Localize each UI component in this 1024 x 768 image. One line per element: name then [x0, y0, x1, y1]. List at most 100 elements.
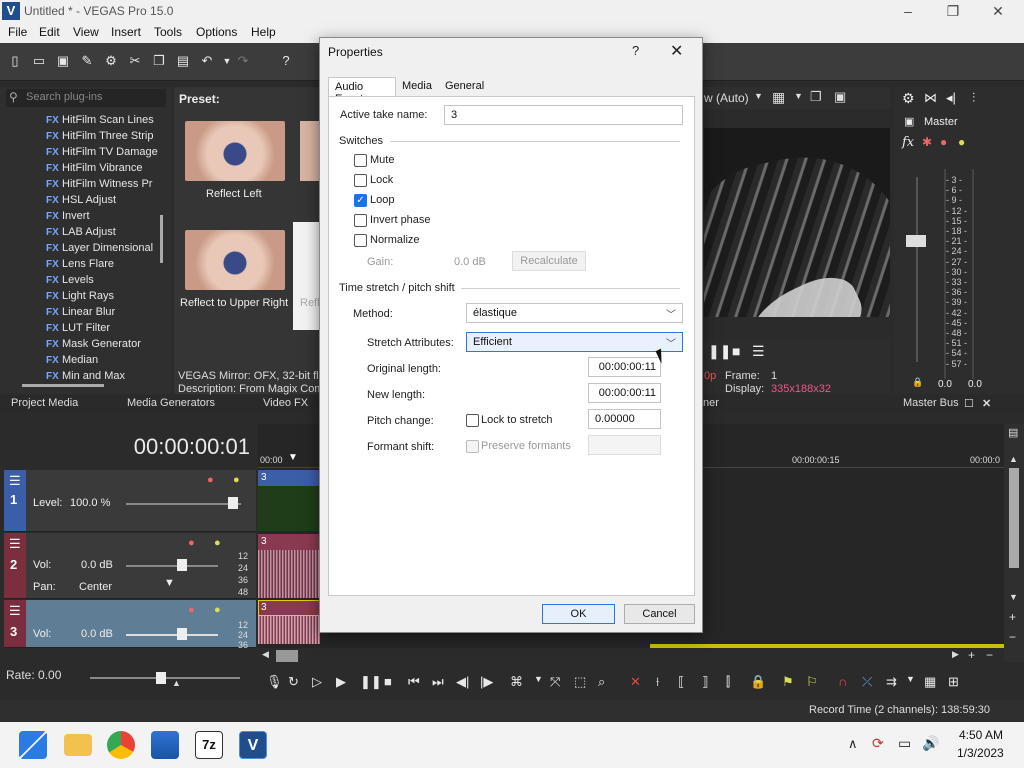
chevron-down-icon[interactable]: ▼	[906, 674, 915, 684]
dim-output-icon[interactable]: ◂|	[946, 90, 956, 106]
formant-shift-input[interactable]	[588, 435, 661, 455]
save-icon[interactable]: ▣	[55, 53, 71, 69]
track-menu-icon[interactable]: ☰	[9, 603, 21, 619]
stop-icon[interactable]: ■	[384, 674, 392, 689]
downmix-icon[interactable]: ⋈	[924, 90, 937, 106]
volume-icon[interactable]: 🔊	[922, 735, 939, 752]
plugin-list-item[interactable]: FX Invert	[46, 210, 90, 222]
automation-icon[interactable]: ✱	[922, 135, 932, 149]
clock-time[interactable]: 4:50 AM	[959, 728, 1003, 742]
zoom-out-icon[interactable]: −	[1009, 630, 1016, 644]
menu-view[interactable]: View	[73, 25, 99, 39]
audio-waveform[interactable]	[258, 550, 320, 598]
maximize-icon[interactable]: ❐	[938, 2, 968, 20]
chevron-down-icon[interactable]: ▼	[794, 91, 803, 101]
track-2-header[interactable]: ☰ 2 Vol: 0.0 dB Pan: Center ▼ ● ● 12 24 …	[4, 533, 256, 599]
copy-icon[interactable]: ❐	[151, 53, 167, 69]
pause-icon[interactable]: ❚❚	[708, 343, 731, 360]
plugin-list-item[interactable]: FX LAB Adjust	[46, 226, 116, 238]
delete-icon[interactable]: ✕	[630, 674, 641, 690]
undo-icon[interactable]: ↶	[199, 53, 215, 69]
scroll-down-icon[interactable]: ▼	[1009, 592, 1018, 602]
tab-media[interactable]: Media	[396, 77, 438, 98]
zoom-tool-icon[interactable]: ⌕	[598, 674, 605, 690]
settings-icon[interactable]: ⚙	[103, 53, 119, 69]
tab-mixer-fragment[interactable]: ner	[703, 397, 719, 409]
save-snapshot-icon[interactable]: ▣	[834, 89, 846, 105]
play-icon[interactable]: ▶	[336, 674, 346, 690]
undo-dropdown-icon[interactable]: ▼	[219, 53, 235, 69]
ignore-grouping-icon[interactable]: ⊞	[948, 674, 959, 690]
mixer-bars-icon[interactable]: ⫶	[972, 90, 975, 106]
solo-icon[interactable]: ●	[214, 537, 221, 549]
tab-media-generators[interactable]: Media Generators	[127, 397, 215, 409]
file-explorer-icon[interactable]	[64, 734, 92, 756]
cut-icon[interactable]: ✂	[127, 53, 143, 69]
plugin-hscrollbar[interactable]	[22, 384, 104, 387]
solo-icon[interactable]: ●	[233, 474, 240, 486]
help-icon[interactable]: ?	[632, 43, 639, 58]
lock-icon[interactable]: 🔒	[750, 674, 766, 690]
pause-icon[interactable]: ❚❚	[360, 674, 382, 690]
audio-waveform[interactable]	[258, 616, 320, 644]
mute-checkbox[interactable]	[354, 154, 367, 167]
menu-file[interactable]: File	[8, 25, 27, 39]
mute-icon[interactable]: ●	[188, 604, 195, 616]
lock-envelopes-icon[interactable]: ▦	[924, 674, 936, 690]
tab-project-media[interactable]: Project Media	[11, 397, 78, 409]
level-slider-handle[interactable]	[228, 497, 238, 509]
lock-to-stretch-checkbox[interactable]	[466, 414, 479, 427]
preset-thumbnail-selected[interactable]	[293, 222, 320, 330]
preset-thumbnail-reflect-upper-right[interactable]	[185, 230, 285, 290]
open-folder-icon[interactable]: ▭	[31, 53, 47, 69]
display-icon[interactable]: ▭	[898, 735, 911, 752]
chevron-down-icon[interactable]: ▼	[754, 91, 763, 101]
zoom-in-icon[interactable]: +	[968, 648, 975, 662]
tab-video-fx[interactable]: Video FX	[263, 397, 308, 409]
stretch-attributes-select[interactable]: Efficient ﹀	[466, 332, 683, 352]
audio-clip-header-selected[interactable]	[258, 600, 320, 616]
edit-tool-icon[interactable]: ⌘	[510, 674, 523, 690]
track-menu-icon[interactable]: ☰	[9, 473, 21, 489]
sync-icon[interactable]: ⟳	[872, 735, 884, 752]
trim-icon[interactable]: ⟊	[656, 674, 659, 690]
new-length-input[interactable]: 00:00:00:11	[588, 383, 661, 403]
track-1-header[interactable]: ☰ 1 Level: 100.0 % ● ●	[4, 470, 256, 532]
go-to-end-icon[interactable]: ⏭	[432, 674, 444, 690]
menu-options[interactable]: Options	[196, 25, 237, 39]
settings-icon[interactable]: ⚙	[902, 90, 915, 107]
chevron-up-icon[interactable]: ∧	[848, 736, 858, 752]
vol-slider-handle[interactable]	[177, 628, 187, 640]
vegas-taskbar-icon[interactable]: V	[239, 731, 267, 759]
fx-icon[interactable]: fx	[902, 135, 914, 150]
render-icon[interactable]: ✎	[79, 53, 95, 69]
snapping-icon[interactable]: ∩	[838, 674, 847, 689]
pan-slider-handle[interactable]: ▼	[164, 577, 175, 589]
plugin-list-item[interactable]: FX Light Rays	[46, 290, 114, 302]
auto-ripple-icon[interactable]: ⇉	[886, 674, 897, 690]
audio-clip-header[interactable]	[258, 534, 320, 550]
plugin-list-item[interactable]: FX LUT Filter	[46, 322, 110, 334]
plugin-list-item[interactable]: FX HitFilm Scan Lines	[46, 114, 154, 126]
go-to-start-icon[interactable]: ⏮	[408, 674, 420, 690]
menu-edit[interactable]: Edit	[39, 25, 60, 39]
scroll-up-icon[interactable]: ▲	[1009, 454, 1018, 464]
plugin-list-item[interactable]: FX Linear Blur	[46, 306, 115, 318]
scroll-left-icon[interactable]: ◀	[262, 649, 269, 660]
preview-quality[interactable]: w (Auto)	[704, 91, 749, 105]
envelope-tool-icon[interactable]: ⤧	[550, 674, 560, 690]
recalculate-button[interactable]: Recalculate	[512, 251, 586, 271]
search-plugins-input[interactable]: Search plug-ins	[6, 89, 166, 107]
rate-slider-handle[interactable]	[156, 672, 166, 684]
method-select[interactable]: élastique ﹀	[466, 303, 683, 323]
paste-icon[interactable]: ▤	[175, 53, 191, 69]
mute-icon[interactable]: ●	[207, 474, 214, 486]
region-icon[interactable]: ⚐	[806, 674, 818, 690]
chrome-icon[interactable]	[107, 731, 135, 759]
track-menu-icon[interactable]: ☰	[9, 536, 21, 552]
plugin-list-item[interactable]: FX Levels	[46, 274, 94, 286]
video-clip-header[interactable]	[258, 470, 320, 486]
selection-tool-icon[interactable]: ⬚	[574, 674, 586, 690]
tab-audio-event[interactable]: Audio Event	[328, 77, 396, 105]
plugin-list-item[interactable]: FX HitFilm Witness Pr	[46, 178, 152, 190]
